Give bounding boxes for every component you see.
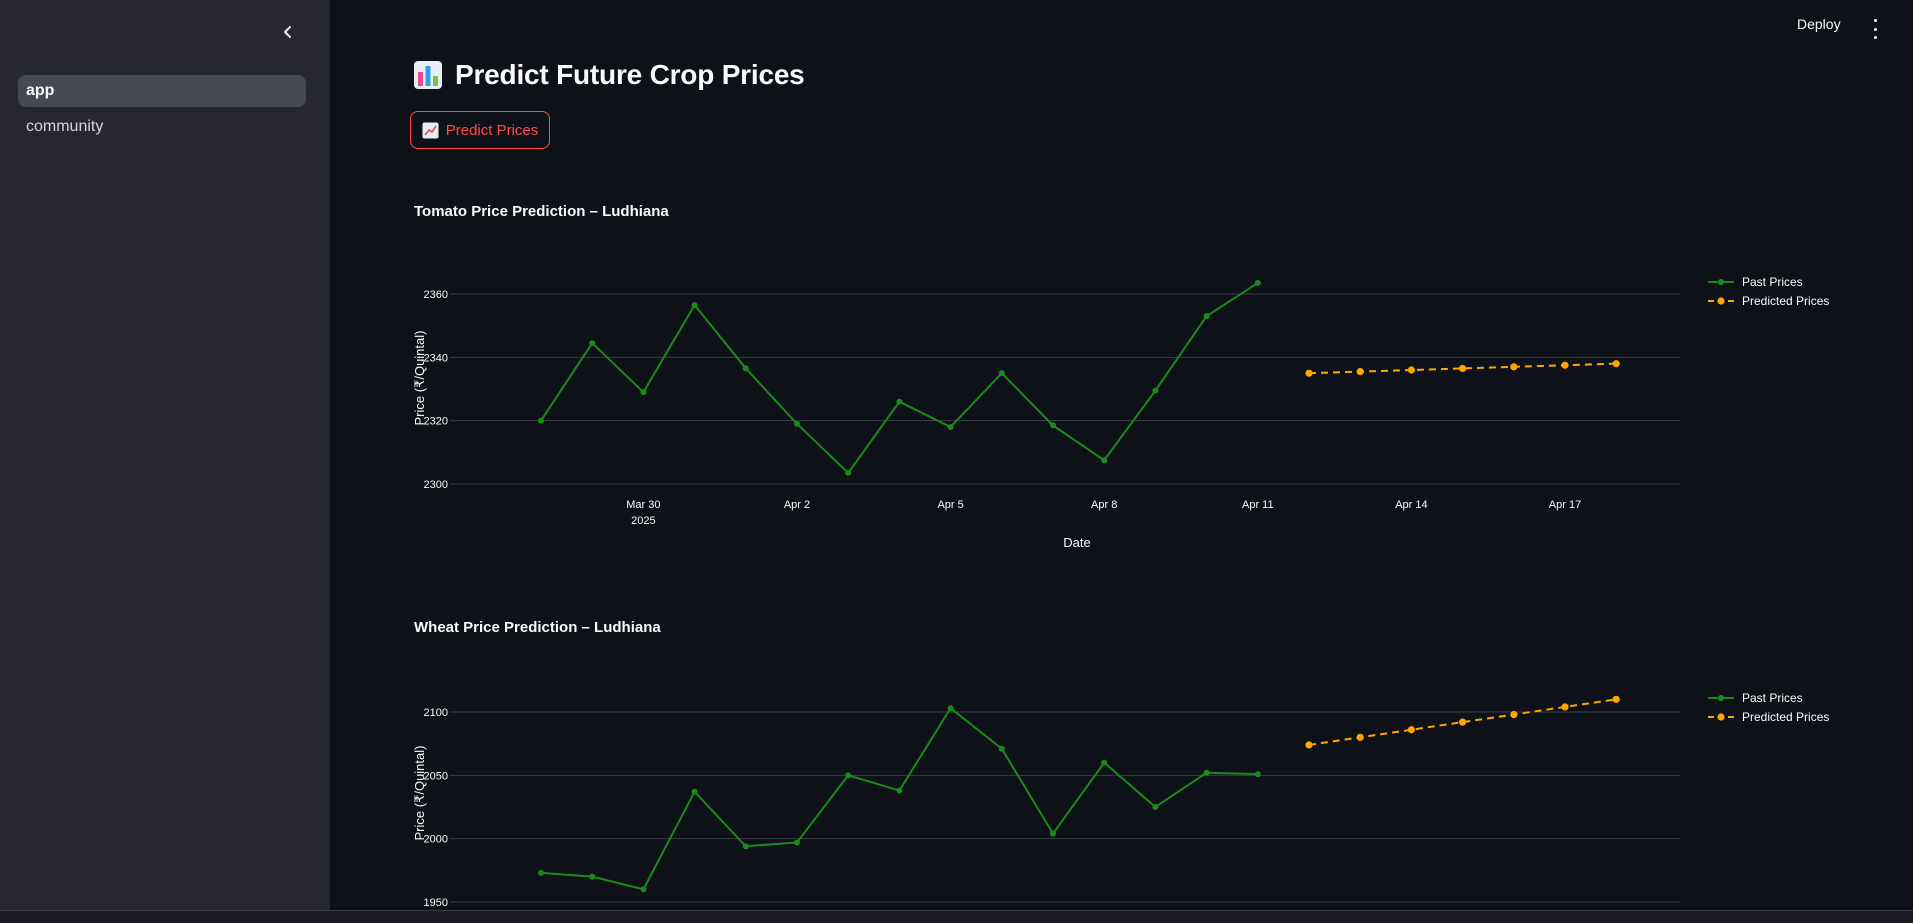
y-tick-label: 2100: [424, 707, 448, 719]
past-price-point[interactable]: [538, 869, 544, 876]
past-price-point[interactable]: [691, 788, 698, 795]
past-price-point[interactable]: [742, 843, 749, 850]
past-price-point[interactable]: [1152, 804, 1159, 810]
past-price-point[interactable]: [845, 772, 852, 779]
y-tick-label: 2000: [424, 834, 448, 846]
legend-marker: [1717, 713, 1725, 721]
past-prices-line: [540, 706, 1258, 891]
predicted-price-point[interactable]: [1356, 733, 1364, 741]
past-price-point[interactable]: [794, 839, 800, 846]
predicted-price-point[interactable]: [1510, 710, 1518, 719]
y-axis-title: Price (₹/Quintal): [412, 746, 427, 841]
past-price-point[interactable]: [896, 787, 903, 794]
past-price-point[interactable]: [640, 886, 647, 893]
predicted-price-point[interactable]: [1407, 726, 1415, 734]
predicted-price-point[interactable]: [1305, 741, 1313, 749]
past-price-point[interactable]: [1203, 769, 1210, 776]
predicted-price-point[interactable]: [1612, 695, 1620, 703]
bottom-taskbar: [0, 910, 1913, 923]
predicted-price-point[interactable]: [1459, 718, 1467, 726]
y-tick-label: 2050: [424, 770, 448, 782]
predicted-price-point[interactable]: [1561, 703, 1569, 711]
past-price-point[interactable]: [589, 873, 596, 880]
past-price-point[interactable]: [1050, 830, 1056, 837]
legend-label[interactable]: Predicted Prices: [1742, 710, 1829, 724]
wheat-price-chart: 1950 2000 2050 2100 Price (₹/Quintal) Past Pr…: [412, 691, 1829, 909]
past-price-point[interactable]: [947, 705, 954, 712]
past-price-point[interactable]: [998, 745, 1005, 752]
legend-marker: [1718, 695, 1724, 701]
legend-label[interactable]: Past Prices: [1742, 691, 1803, 705]
y-tick-label: 1950: [424, 897, 448, 909]
past-price-point[interactable]: [1101, 759, 1108, 766]
past-price-point[interactable]: [1254, 771, 1261, 778]
